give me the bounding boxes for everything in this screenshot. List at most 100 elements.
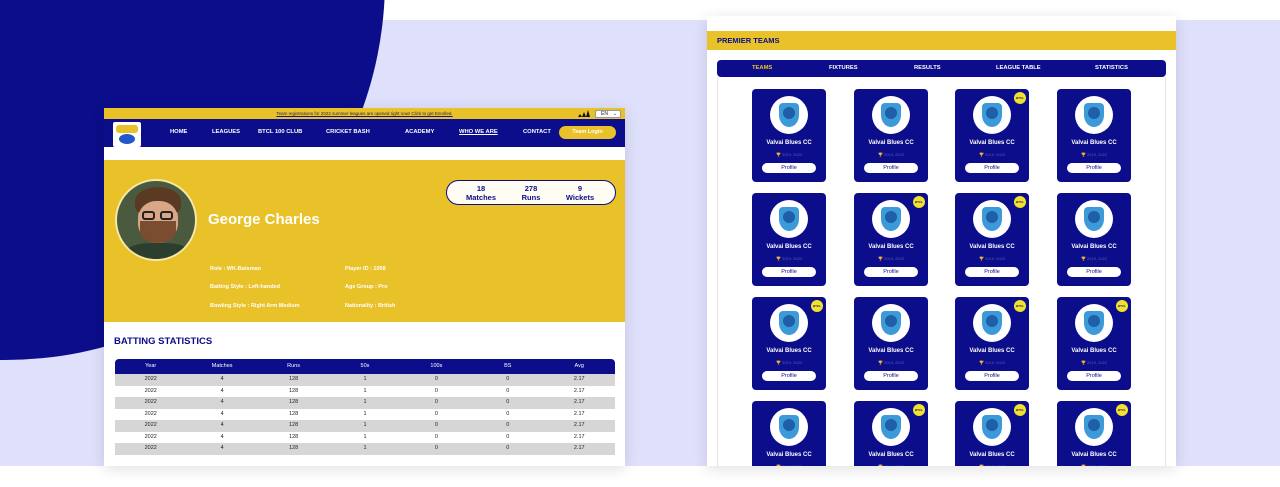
nav-contact[interactable]: CONTACT (523, 129, 551, 135)
team-profile-button[interactable]: Profile (1067, 163, 1121, 173)
showcase-canvas: Team registrations for 2022 summer leagu… (0, 0, 1280, 487)
team-card[interactable]: BTCL 100Valvai Blues CC🏆 2019, 2022Profi… (854, 193, 928, 286)
team-profile-button[interactable]: Profile (762, 267, 816, 277)
cell-avg: 2.17 (573, 410, 585, 417)
team-card[interactable]: Valvai Blues CC🏆 2019, 2022Profile (1057, 89, 1131, 182)
team-card[interactable]: Valvai Blues CC🏆 2019, 2022Profile (854, 89, 928, 182)
table-header: Year Matches Runs 50s 100s BS Avg (115, 359, 615, 374)
team-card[interactable]: BTCL 100Valvai Blues CC🏆 2019, 2022Profi… (1057, 401, 1131, 466)
team-seasons: 🏆 2019, 2022 (752, 464, 826, 466)
bottom-strip (0, 466, 1280, 487)
team-card[interactable]: BTCL 100Valvai Blues CC🏆 2019, 2022Profi… (752, 297, 826, 390)
team-name: Valvai Blues CC (868, 452, 914, 458)
team-crest-icon (872, 304, 910, 342)
avatar-glasses-right-shape (160, 211, 173, 220)
crest-emblem-shape (885, 107, 897, 119)
cell-bs: 0 (506, 410, 510, 417)
team-card[interactable]: Valvai Blues CC🏆 2019, 2022Profile (1057, 193, 1131, 286)
team-profile-button[interactable]: Profile (864, 371, 918, 381)
nav-cricket-bash[interactable]: CRICKET BASH (326, 129, 370, 135)
team-seasons-text: 2019, 2022 (985, 360, 1006, 365)
team-profile-button[interactable]: Profile (965, 267, 1019, 277)
nav-btcl-100-club[interactable]: BTCL 100 CLUB (258, 129, 302, 135)
team-crest-icon (1075, 304, 1113, 342)
team-profile-button[interactable]: Profile (762, 371, 816, 381)
team-profile-button[interactable]: Profile (965, 163, 1019, 173)
team-name: Valvai Blues CC (766, 452, 812, 458)
team-profile-button[interactable]: Profile (965, 371, 1019, 381)
team-name: Valvai Blues CC (969, 452, 1015, 458)
team-profile-button[interactable]: Profile (1067, 371, 1121, 381)
team-card[interactable]: BTCL 100Valvai Blues CC🏆 2019, 2022Profi… (854, 401, 928, 466)
nav-leagues[interactable]: LEAGUES (212, 129, 240, 135)
premier-teams-title: PREMIER TEAMS (717, 36, 780, 45)
team-profile-button[interactable]: Profile (1067, 267, 1121, 277)
cell-runs: 128 (288, 445, 299, 451)
crest-emblem-shape (986, 107, 998, 119)
cell-matches: 4 (220, 387, 224, 394)
team-name: Valvai Blues CC (766, 244, 812, 250)
team-seasons: 🏆 2019, 2022 (1057, 256, 1131, 261)
team-seasons: 🏆 2019, 2022 (854, 464, 928, 466)
team-card[interactable]: Valvai Blues CC🏆 2019, 2022Profile (854, 297, 928, 390)
team-crest-icon (872, 200, 910, 238)
team-profile-button[interactable]: Profile (864, 163, 918, 173)
announcement-bar[interactable]: Team registrations for 2022 summer leagu… (104, 108, 625, 119)
crest-emblem-shape (885, 211, 897, 223)
team-card[interactable]: Valvai Blues CC🏆 2019, 2022Profile (752, 401, 826, 466)
team-card[interactable]: BTCL 100Valvai Blues CC🏆 2019, 2022Profi… (955, 297, 1029, 390)
tab-teams[interactable]: TEAMS (752, 65, 772, 71)
announcement-text[interactable]: Team registrations for 2022 summer leagu… (276, 111, 452, 116)
team-seasons-text: 2019, 2022 (884, 464, 904, 466)
table-body: 2022 4 128 1 0 0 2.17 2022 4 128 1 0 0 2.17 2022 4 128 1 0… (115, 374, 615, 455)
premier-teams-header: PREMIER TEAMS (707, 31, 1176, 50)
team-card[interactable]: BTCL 100Valvai Blues CC🏆 2019, 2022Profi… (1057, 297, 1131, 390)
team-card[interactable]: Valvai Blues CC🏆 2019, 2022Profile (752, 89, 826, 182)
team-card[interactable]: Valvai Blues CC🏆 2019, 2022Profile (752, 193, 826, 286)
cell-bs: 0 (506, 387, 510, 394)
nav-home[interactable]: HOME (170, 129, 187, 135)
crest-emblem-shape (1088, 315, 1100, 327)
col-year: Year (145, 363, 157, 369)
team-seasons: 🏆 2019, 2022 (955, 152, 1029, 157)
cell-matches: 4 (220, 399, 224, 405)
team-login-button[interactable]: Team Login (559, 126, 616, 139)
site-logo[interactable] (113, 122, 141, 147)
language-select[interactable]: EN ⌄ (595, 109, 621, 118)
team-profile-button[interactable]: Profile (864, 267, 918, 277)
cell-runs: 128 (288, 376, 299, 382)
crest-emblem-shape (986, 419, 998, 431)
cell-matches: 4 (220, 422, 224, 428)
player-stats-summary: 18 Matches 278 Runs 9 Wickets (446, 180, 616, 205)
crest-emblem-shape (1088, 211, 1100, 223)
team-crest-icon (973, 408, 1011, 446)
adidas-logo-icon (578, 110, 590, 117)
team-seasons-text: 2019, 2022 (782, 360, 803, 365)
tab-statistics[interactable]: STATISTICS (1095, 65, 1128, 71)
team-card[interactable]: BTCL 100Valvai Blues CC🏆 2019, 2022Profi… (955, 401, 1029, 466)
team-card[interactable]: BTCL 100Valvai Blues CC🏆 2019, 2022Profi… (955, 89, 1029, 182)
tab-results[interactable]: RESULTS (914, 65, 941, 71)
btcl-100-badge: BTCL 100 (811, 300, 823, 320)
tab-fixtures[interactable]: FIXTURES (829, 65, 858, 71)
nav-academy[interactable]: ACADEMY (405, 129, 434, 135)
btcl-100-badge: BTCL 100 (1014, 92, 1026, 112)
cell-bs: 0 (506, 399, 510, 405)
table-row: 2022 4 128 1 0 0 2.17 (115, 408, 615, 420)
team-profile-button[interactable]: Profile (762, 163, 816, 173)
player-profile-mockup: Team registrations for 2022 summer leagu… (104, 108, 625, 466)
cell-bs: 0 (506, 422, 510, 428)
player-avatar (115, 179, 197, 261)
tab-league-table[interactable]: LEAGUE TABLE (996, 65, 1041, 71)
team-card[interactable]: BTCL 100Valvai Blues CC🏆 2019, 2022Profi… (955, 193, 1029, 286)
team-seasons-text: 2019, 2022 (985, 152, 1006, 157)
cell-matches: 4 (220, 445, 224, 451)
team-crest-icon (1075, 96, 1113, 134)
btcl-100-badge: BTCL 100 (1014, 196, 1026, 216)
team-crest-icon (872, 408, 910, 446)
btcl-100-badge: BTCL 100 (913, 404, 925, 424)
nav-who-we-are[interactable]: WHO WE ARE (459, 129, 498, 135)
player-nationality: Nationality : British (345, 303, 396, 309)
table-row: 2022 4 128 1 0 0 2.17 (115, 443, 615, 455)
btcl-100-badge: BTCL 100 (913, 196, 925, 216)
